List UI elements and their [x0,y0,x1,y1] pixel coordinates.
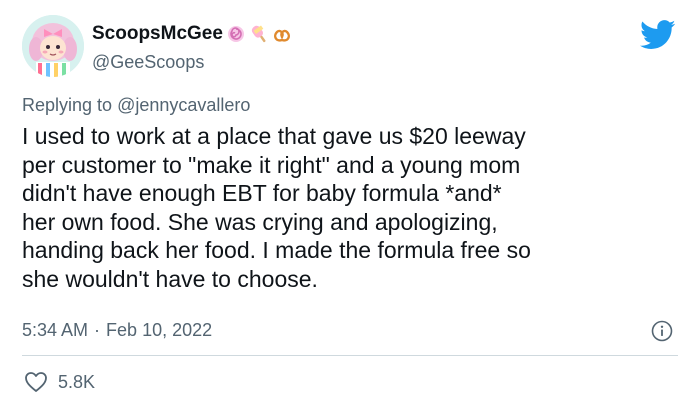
pretzel-icon [272,24,292,44]
tweet-time[interactable]: 5:34 AM [22,318,88,342]
author-name-row[interactable]: ScoopsMcGee [92,22,292,46]
avatar-illustration [22,15,84,77]
tweet-timestamp[interactable]: 5:34 AM · Feb 10, 2022 [22,318,212,342]
reply-mention-link[interactable]: @jennycavallero [117,95,250,115]
replying-to-line: Replying to @jennycavallero [22,93,250,117]
avatar[interactable] [22,15,84,77]
like-button[interactable]: 5.8K [24,371,95,393]
timestamp-separator: · [94,320,101,340]
replying-to-prefix: Replying to [22,95,113,115]
info-icon[interactable] [650,319,674,343]
tweet-text: I used to work at a place that gave us $… [22,123,531,292]
tweet-date[interactable]: Feb 10, 2022 [106,318,212,342]
author-handle[interactable]: @GeeScoops [92,51,204,73]
lollipop-swirl-icon [226,24,246,44]
like-count: 5.8K [58,371,96,392]
divider [22,355,678,356]
twitter-bird-icon[interactable] [640,20,676,50]
ice-pop-icon [249,24,269,44]
tweet-card: ScoopsMcGee @GeeScoops Replying to @jenn… [0,0,700,410]
heart-icon[interactable] [24,371,48,393]
author-display-name[interactable]: ScoopsMcGee [92,22,223,46]
